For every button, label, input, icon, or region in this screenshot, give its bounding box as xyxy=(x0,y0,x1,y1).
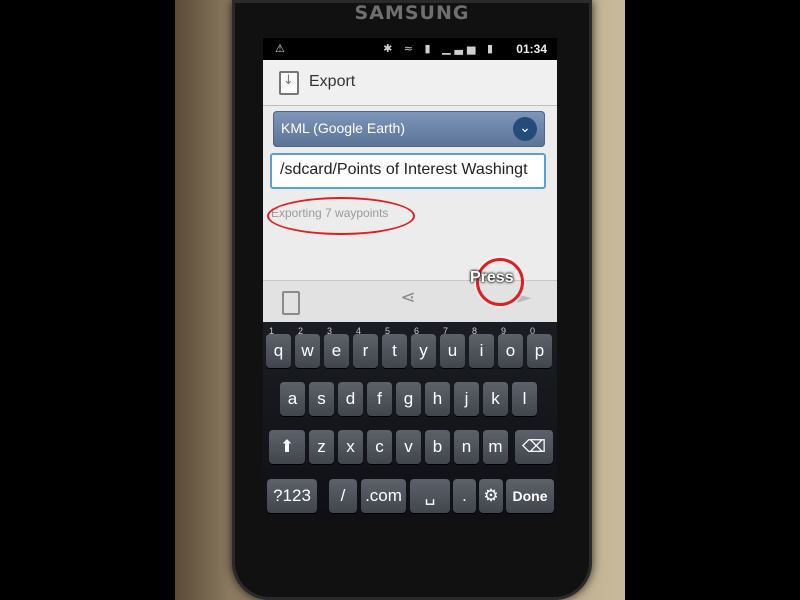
key-q-label: q xyxy=(273,341,284,360)
key-v-label: v xyxy=(404,437,413,456)
key-r-label: r xyxy=(362,341,369,360)
key-h[interactable]: h xyxy=(425,382,450,416)
dotcom-key[interactable]: .com xyxy=(361,479,406,513)
key-d-label: d xyxy=(345,389,356,408)
key-d[interactable]: d xyxy=(338,382,363,416)
press-annotation-label: Press xyxy=(470,269,514,286)
key-q-hint: 1 xyxy=(269,326,275,336)
key-s-label: s xyxy=(317,389,326,408)
key-f-label: f xyxy=(377,389,382,408)
key-a[interactable]: a xyxy=(280,382,305,416)
key-p-hint: 0 xyxy=(530,326,536,336)
status-highlight-oval xyxy=(267,197,415,235)
share-icon[interactable]: ⋖ xyxy=(393,287,423,317)
key-b-label: b xyxy=(432,437,443,456)
key-p[interactable]: p0 xyxy=(527,326,552,368)
settings-key[interactable]: ⚙ xyxy=(479,479,503,513)
key-o-label: o xyxy=(505,341,516,360)
done-key-label: Done xyxy=(512,488,548,504)
key-o[interactable]: o9 xyxy=(498,326,523,368)
key-i-hint: 8 xyxy=(472,326,478,336)
key-z[interactable]: z xyxy=(309,430,334,464)
backspace-key[interactable]: ⌫ xyxy=(515,430,553,464)
key-l-label: l xyxy=(522,389,527,408)
key-h-label: h xyxy=(432,389,443,408)
key-r[interactable]: r4 xyxy=(353,326,378,368)
sdcard-icon[interactable] xyxy=(275,287,305,317)
key-j-label: j xyxy=(464,389,469,408)
key-r-hint: 4 xyxy=(356,326,362,336)
key-n-label: n xyxy=(461,437,472,456)
export-file-icon xyxy=(279,71,299,95)
key-w[interactable]: w2 xyxy=(295,326,320,368)
soft-keyboard: q 1 w 2 e 3 r 4 t 5 y 6 u 7 i 8 o 9 p 0 a s d f g h j k l ⬆ z x c v b n m ⌫ ?1… xyxy=(263,322,557,518)
dialog-header: Export xyxy=(263,60,557,106)
key-f[interactable]: f xyxy=(367,382,392,416)
key-x[interactable]: x xyxy=(338,430,363,464)
done-key[interactable]: Done xyxy=(506,479,554,513)
backspace-key-label: ⌫ xyxy=(521,437,547,456)
symbols-key[interactable]: ?123 xyxy=(267,479,317,513)
key-y-label: y xyxy=(419,341,428,360)
key-v[interactable]: v xyxy=(396,430,421,464)
key-m-label: m xyxy=(488,437,503,456)
key-b[interactable]: b xyxy=(425,430,450,464)
export-dialog: Export KML (Google Earth) ⌄ /sdcard/Poin… xyxy=(263,60,557,323)
key-e-label: e xyxy=(331,341,342,360)
status-icons: ✱ ≈ ▮ ▁▃▅ ▮ xyxy=(383,42,497,55)
key-y[interactable]: y6 xyxy=(411,326,436,368)
key-y-hint: 6 xyxy=(414,326,420,336)
shift-key[interactable]: ⬆ xyxy=(269,430,305,464)
key-z-label: z xyxy=(317,437,326,456)
brand-logo: SAMSUNG xyxy=(354,2,470,24)
status-bar: ⚠ ✱ ≈ ▮ ▁▃▅ ▮ 01:34 xyxy=(263,38,557,60)
key-u-label: u xyxy=(447,341,458,360)
key-w-label: w xyxy=(301,341,314,360)
period-key[interactable]: . xyxy=(453,479,476,513)
key-e-hint: 3 xyxy=(327,326,333,336)
key-x-label: x xyxy=(346,437,355,456)
warning-icon: ⚠ xyxy=(275,42,285,55)
key-p-label: p xyxy=(534,341,545,360)
key-m[interactable]: m xyxy=(483,430,508,464)
key-s[interactable]: s xyxy=(309,382,334,416)
key-a-label: a xyxy=(287,389,298,408)
space-key-label: ␣ xyxy=(424,486,436,505)
key-u-hint: 7 xyxy=(443,326,449,336)
dialog-title: Export xyxy=(309,73,356,90)
export-path-input[interactable]: /sdcard/Points of Interest Washingt xyxy=(270,153,546,189)
key-k[interactable]: k xyxy=(483,382,508,416)
slash-key[interactable]: / xyxy=(329,479,357,513)
key-t-label: t xyxy=(392,341,397,360)
key-i-label: i xyxy=(479,341,484,360)
key-q[interactable]: q1 xyxy=(266,326,291,368)
dotcom-key-label: .com xyxy=(365,486,402,505)
key-j[interactable]: j xyxy=(454,382,479,416)
format-select[interactable]: KML (Google Earth) ⌄ xyxy=(273,111,545,147)
key-w-hint: 2 xyxy=(298,326,304,336)
status-clock: 01:34 xyxy=(516,42,547,56)
key-t-hint: 5 xyxy=(385,326,391,336)
phone-screen: ⚠ ✱ ≈ ▮ ▁▃▅ ▮ 01:34 Export KML (Google E… xyxy=(263,38,557,518)
key-t[interactable]: t5 xyxy=(382,326,407,368)
slash-key-label: / xyxy=(340,486,346,505)
symbols-key-label: ?123 xyxy=(273,486,311,505)
key-g-label: g xyxy=(403,389,414,408)
key-i[interactable]: i8 xyxy=(469,326,494,368)
chevron-down-icon: ⌄ xyxy=(513,117,537,141)
key-g[interactable]: g xyxy=(396,382,421,416)
space-key[interactable]: ␣ xyxy=(410,479,450,513)
shift-key-label: ⬆ xyxy=(279,437,295,456)
key-c[interactable]: c xyxy=(367,430,392,464)
key-n[interactable]: n xyxy=(454,430,479,464)
key-c-label: c xyxy=(375,437,384,456)
key-u[interactable]: u7 xyxy=(440,326,465,368)
format-select-value: KML (Google Earth) xyxy=(281,120,405,136)
period-key-label: . xyxy=(462,486,467,505)
settings-key-label: ⚙ xyxy=(483,486,499,505)
key-k-label: k xyxy=(491,389,500,408)
key-e[interactable]: e3 xyxy=(324,326,349,368)
key-l[interactable]: l xyxy=(512,382,537,416)
key-o-hint: 9 xyxy=(501,326,507,336)
